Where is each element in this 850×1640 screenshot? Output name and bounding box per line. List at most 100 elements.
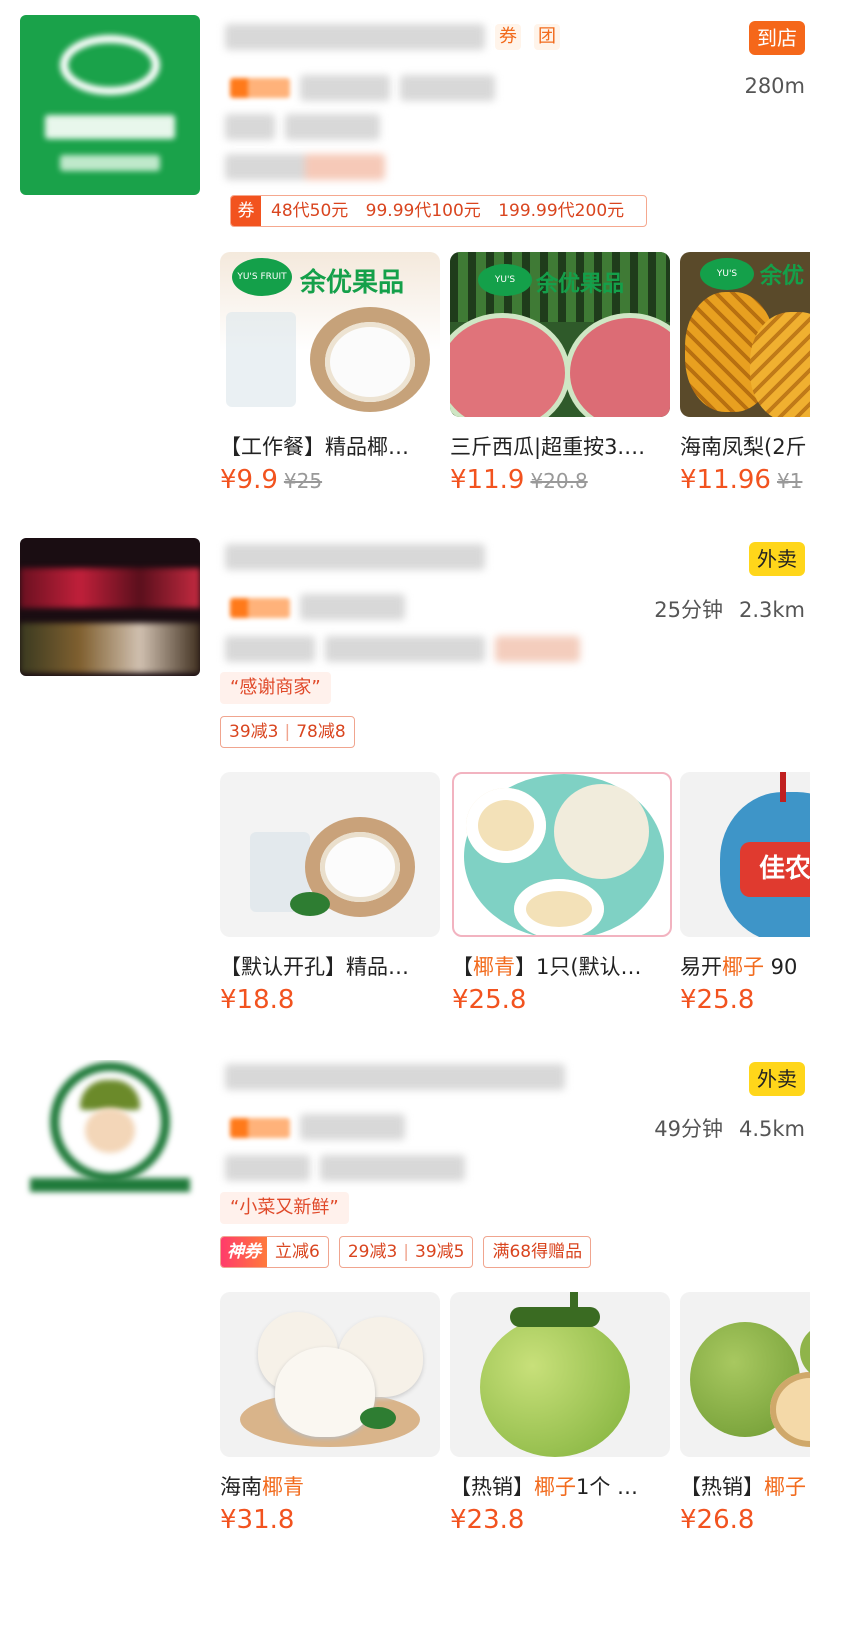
product-carousel[interactable]: 海南椰青 ¥31.8 【热销】椰子1个 … ¥23.8 【热销】椰子 ¥26.8 xyxy=(220,1292,810,1592)
store-sales xyxy=(300,75,390,101)
product-name: 海南凤梨(2斤 xyxy=(680,435,807,459)
product-name: 【椰青】1只(默认… xyxy=(452,955,642,979)
product-image xyxy=(680,1292,810,1457)
store-area xyxy=(285,114,380,140)
store-distance: 2.3km xyxy=(738,598,805,622)
store-sales xyxy=(300,594,405,620)
voucher-item: 48代50元 xyxy=(271,201,349,221)
review-quote: “小菜又新鲜” xyxy=(220,1192,349,1224)
product-image: 佳农 xyxy=(680,772,810,937)
store-logo[interactable] xyxy=(20,538,200,676)
store-logo[interactable] xyxy=(20,15,200,195)
discount-chips: 39减3 | 78减8 xyxy=(220,716,355,748)
store-rating xyxy=(230,78,290,98)
product-name: 【默认开孔】精品… xyxy=(220,955,409,979)
store-extra-tag xyxy=(495,636,580,662)
product-name: 三斤西瓜|超重按3.… xyxy=(450,435,646,459)
store-name xyxy=(225,1064,565,1090)
product-card[interactable]: YU'S 余优果品 三斤西瓜|超重按3.… ¥11.9 ¥20.8 xyxy=(450,252,670,495)
product-image xyxy=(220,772,440,937)
delivery-info: 25分钟 2.3km xyxy=(638,594,805,624)
product-card[interactable]: 【热销】椰子1个 … ¥23.8 xyxy=(450,1292,670,1535)
full-reduction-chip[interactable]: 29减3 | 39减5 xyxy=(338,1236,474,1268)
store-min-order xyxy=(320,1155,465,1181)
product-price: ¥31.8 xyxy=(220,1505,295,1535)
original-price: ¥1 xyxy=(776,469,803,493)
full-reduction-chip[interactable]: 39减3 | 78减8 xyxy=(220,716,355,748)
voucher-icon: 券 xyxy=(231,196,261,226)
product-image: YU'S FRUIT 余优果品 xyxy=(220,252,440,417)
product-price: ¥25.8 xyxy=(680,985,755,1015)
store-avg-price xyxy=(400,75,495,101)
god-coupon-chip[interactable]: 神券 立减6 xyxy=(220,1236,329,1268)
store-name xyxy=(225,24,485,50)
product-name: 【工作餐】精品椰… xyxy=(220,435,409,459)
product-image xyxy=(450,1292,670,1457)
brand-logo-icon: YU'S FRUIT xyxy=(232,258,292,296)
brand-logo-icon: 佳农 xyxy=(740,842,810,897)
store-rating xyxy=(230,1118,290,1138)
brand-logo-icon: YU'S xyxy=(478,264,532,296)
product-name: 海南椰青 xyxy=(220,1475,304,1499)
product-price: ¥18.8 xyxy=(220,985,295,1015)
delivery-tag: 外卖 xyxy=(749,542,805,576)
product-price: ¥26.8 xyxy=(680,1505,755,1535)
gift-chip[interactable]: 满68得赠品 xyxy=(483,1236,592,1268)
product-carousel[interactable]: YU'S FRUIT 余优果品 【工作餐】精品椰… ¥9.9 ¥25 YU'S 余… xyxy=(220,252,810,512)
product-card[interactable]: 佳农 易开椰子 90 ¥25.8 xyxy=(680,772,810,1015)
product-card[interactable]: YU'S FRUIT 余优果品 【工作餐】精品椰… ¥9.9 ¥25 xyxy=(220,252,440,495)
product-image: YU'S 余优 xyxy=(680,252,810,417)
brand-name: 余优果品 xyxy=(300,268,405,298)
brand-logo-icon: YU'S xyxy=(700,258,754,290)
store-distance: 4.5km xyxy=(738,1117,805,1141)
store-rating xyxy=(230,598,290,618)
voucher-item: 99.99代100元 xyxy=(365,201,481,221)
store-delivery-fee xyxy=(225,1155,310,1181)
product-name: 【热销】椰子1个 … xyxy=(450,1475,639,1499)
delivery-tag: 外卖 xyxy=(749,1062,805,1096)
store-name xyxy=(225,544,485,570)
delivery-time: 25分钟 xyxy=(654,598,723,622)
product-card[interactable]: 【默认开孔】精品… ¥18.8 xyxy=(220,772,440,1015)
store-card[interactable]: 外卖 25分钟 2.3km “感谢商家” 39减3 | 78减8 【默认开孔】精品… … xyxy=(0,530,850,1050)
store-card[interactable]: 券 团 到店 280m 券 48代50元 99.99代100元 199.99代2… xyxy=(0,0,850,510)
store-logo[interactable] xyxy=(20,1060,200,1200)
store-category xyxy=(225,114,275,140)
product-price: ¥9.9 ¥25 xyxy=(220,465,323,495)
product-image xyxy=(220,1292,440,1457)
god-coupon-text: 立减6 xyxy=(275,1242,320,1262)
brand-name: 余优果品 xyxy=(536,272,625,297)
delivery-info: 49分钟 4.5km xyxy=(638,1113,805,1143)
product-name: 【热销】椰子 xyxy=(680,1475,806,1499)
store-card[interactable]: 外卖 49分钟 4.5km “小菜又新鲜” 神券 立减6 29减3 | 39减5 满6… xyxy=(0,1060,850,1640)
store-min-order xyxy=(325,636,485,662)
delivery-time: 49分钟 xyxy=(654,1117,723,1141)
product-image xyxy=(452,772,672,937)
product-card[interactable]: 【椰青】1只(默认… ¥25.8 xyxy=(452,772,672,1015)
product-image: YU'S 余优果品 xyxy=(450,252,670,417)
product-card[interactable]: 海南椰青 ¥31.8 xyxy=(220,1292,440,1535)
coupon-icon: 券 xyxy=(495,24,521,50)
store-hours xyxy=(225,154,385,180)
product-name: 易开椰子 90 xyxy=(680,955,798,979)
store-sales xyxy=(300,1114,405,1140)
voucher-item: 199.99代200元 xyxy=(498,201,625,221)
original-price: ¥25 xyxy=(283,469,323,493)
product-price: ¥23.8 xyxy=(450,1505,525,1535)
voucher-strip[interactable]: 券 48代50元 99.99代100元 199.99代200元 xyxy=(230,195,648,227)
brand-name: 余优 xyxy=(760,264,805,289)
discount-chips: 神券 立减6 29减3 | 39减5 满68得赠品 xyxy=(220,1236,592,1268)
product-carousel[interactable]: 【默认开孔】精品… ¥18.8 【椰青】1只(默认… ¥25.8 佳农 易开椰子… xyxy=(220,772,810,1032)
product-price: ¥11.9 ¥20.8 xyxy=(450,465,588,495)
product-price: ¥11.96 ¥1 xyxy=(680,465,803,495)
review-quote: “感谢商家” xyxy=(220,672,331,704)
product-card[interactable]: 【热销】椰子 ¥26.8 xyxy=(680,1292,810,1535)
god-coupon-label: 神券 xyxy=(221,1237,267,1267)
original-price: ¥20.8 xyxy=(530,469,588,493)
group-buy-icon: 团 xyxy=(534,24,560,50)
product-price: ¥25.8 xyxy=(452,985,527,1015)
store-delivery-fee xyxy=(225,636,315,662)
store-distance: 280m xyxy=(744,74,805,98)
in-store-tag: 到店 xyxy=(749,21,805,55)
product-card[interactable]: YU'S 余优 海南凤梨(2斤 ¥11.96 ¥1 xyxy=(680,252,810,495)
